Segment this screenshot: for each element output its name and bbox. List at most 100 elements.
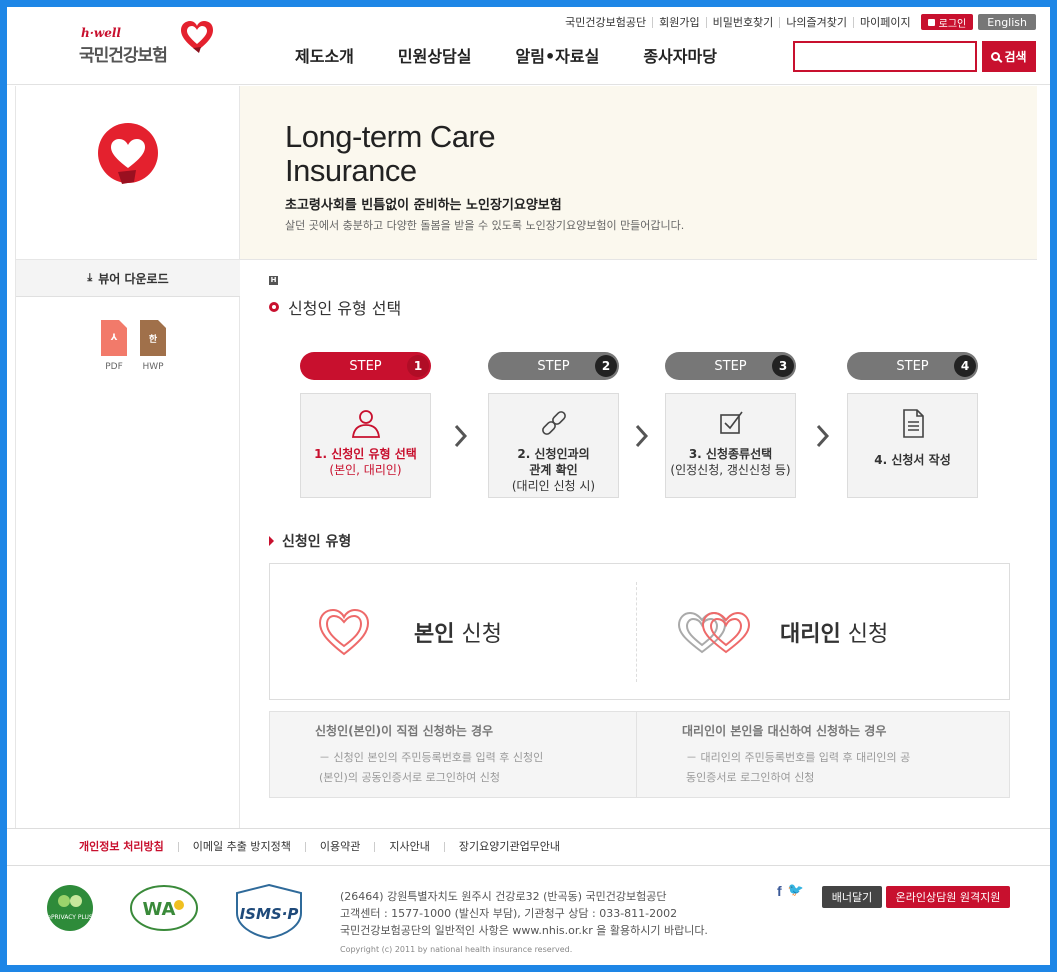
hero-banner: Long-term Care Insurance 초고령사회를 빈틈없이 준비하… — [240, 86, 1037, 260]
step-pill-2: STEP 2 — [488, 352, 619, 380]
viewer-download-label: 뷰어 다운로드 — [98, 271, 169, 286]
step-pill-label: STEP — [714, 358, 747, 374]
person-icon — [301, 406, 430, 440]
step-pill-3: STEP 3 — [665, 352, 796, 380]
banner-title-line2: Insurance — [285, 153, 417, 188]
login-button[interactable]: 로그인 — [920, 14, 974, 30]
chevron-right-icon — [816, 423, 830, 449]
download-pdf[interactable]: ⅄ PDF — [99, 320, 129, 372]
footer-link-privacy[interactable]: 개인정보 처리방침 — [77, 841, 178, 852]
step-label: 1. 신청인 유형 선택 (본인, 대리인) — [301, 446, 430, 478]
banner-button[interactable]: 배너달기 — [822, 886, 882, 908]
step-pill-1: STEP 1 — [300, 352, 431, 380]
svg-text:WA: WA — [143, 899, 176, 920]
proxy-apply-label: 대리인 신청 — [780, 621, 889, 647]
nav-item-civil[interactable]: 민원상담실 — [398, 43, 472, 67]
step-box-4: 4. 신청서 작성 — [847, 393, 978, 498]
step-label-text: 1. 신청인 유형 선택 — [314, 447, 417, 461]
step-number: 2 — [595, 355, 617, 377]
util-link-signup[interactable]: 회원가입 — [652, 16, 705, 28]
left-sidebar: ⤓ 뷰어 다운로드 ⅄ PDF 한 HWP — [15, 86, 240, 828]
step-label-text: 4. 신청서 작성 — [874, 453, 951, 467]
footer-callcenter: 고객센터 : 1577-1000 (발신자 부담), 기관청구 상담 : 033… — [340, 907, 678, 920]
main-nav: 제도소개 민원상담실 알림•자료실 종사자마당 — [295, 43, 761, 67]
section-subtitle-text: 신청인 유형 — [282, 534, 352, 550]
pdf-icon: ⅄ — [101, 320, 127, 356]
self-description: 신청인(본인)이 직접 신청하는 경우 － 신청인 본인의 주민등록번호를 입력… — [270, 712, 636, 797]
banner-subtitle: 초고령사회를 빈틈없이 준비하는 노인장기요양보험 — [285, 198, 562, 213]
step-pill-label: STEP — [896, 358, 929, 374]
step-pill-label: STEP — [349, 358, 382, 374]
footer-links: 개인정보 처리방침 이메일 추출 방지정책 이용약관 지사안내 장기요양기관업무… — [7, 828, 1050, 866]
step-number: 3 — [772, 355, 794, 377]
svg-text:ISMS·P: ISMS·P — [240, 905, 299, 923]
facebook-icon[interactable]: f — [777, 883, 782, 899]
nav-item-notice[interactable]: 알림•자료실 — [516, 43, 600, 67]
eprivacy-badge-icon: ePRIVACY PLUS — [47, 885, 93, 931]
step-label: 2. 신청인과의 관계 확인 (대리인 신청 시) — [489, 446, 618, 494]
banner-description: 살던 곳에서 충분하고 다양한 돌봄을 받을 수 있도록 노인장기요양보험이 만… — [285, 219, 685, 232]
heart-emblem-icon — [98, 123, 158, 184]
step-number: 4 — [954, 355, 976, 377]
heading-marker-icon: H — [269, 276, 278, 285]
proxy-description: 대리인이 본인을 대신하여 신청하는 경우 － 대리인의 주민등록번호를 입력 … — [636, 712, 1002, 797]
heart-outline-icon — [318, 608, 370, 655]
header: h·well 국민건강보험 국민건강보험공단 회원가입 비밀번호찾기 나의즐겨찾… — [7, 7, 1050, 85]
util-link-find-password[interactable]: 비밀번호찾기 — [705, 16, 780, 28]
heart-logo-icon — [181, 21, 213, 53]
link-icon — [489, 406, 618, 440]
logo-tagline: h·well — [81, 26, 121, 40]
utility-links: 국민건강보험공단 회원가입 비밀번호찾기 나의즐겨찾기 마이페이지 로그인 En… — [559, 13, 1036, 31]
footer-link-terms[interactable]: 이용약관 — [304, 841, 374, 852]
util-link-mypage[interactable]: 마이페이지 — [853, 16, 917, 28]
banner-title: Long-term Care Insurance — [285, 119, 496, 188]
nav-item-system[interactable]: 제도소개 — [295, 43, 354, 67]
step-label-text: 2. 신청인과의 관계 확인 — [517, 447, 590, 477]
step-label: 4. 신청서 작성 — [848, 452, 977, 468]
step-box-2: 2. 신청인과의 관계 확인 (대리인 신청 시) — [488, 393, 619, 498]
step-sub-text: (인정신청, 갱신신청 등) — [670, 463, 791, 477]
remote-support-button[interactable]: 온라인상담원 원격지원 — [886, 886, 1010, 908]
chevron-right-icon — [635, 423, 649, 449]
search-icon — [991, 52, 1001, 61]
banner-title-line1: Long-term Care — [285, 119, 496, 154]
self-description-title: 신청인(본인)이 직접 신청하는 경우 — [315, 724, 494, 738]
step-label-text: 3. 신청종류선택 — [688, 447, 773, 461]
svg-text:ePRIVACY PLUS: ePRIVACY PLUS — [47, 914, 93, 921]
hwp-icon: 한 — [140, 320, 166, 356]
step-label: 3. 신청종류선택 (인정신청, 갱신신청 등) — [666, 446, 795, 478]
nav-item-staff[interactable]: 종사자마당 — [643, 43, 717, 67]
page-title-text: 신청인 유형 선택 — [288, 299, 402, 318]
download-hwp[interactable]: 한 HWP — [138, 320, 168, 372]
footer-notice: 국민건강보험공단의 일반적인 사항은 www.nhis.or.kr 을 활용하시… — [340, 924, 708, 937]
isms-badge-icon: ISMS·P — [236, 883, 302, 939]
self-apply-label: 본인 신청 — [414, 621, 502, 647]
util-link-favorites[interactable]: 나의즐겨찾기 — [779, 16, 853, 28]
step-sub-text: (본인, 대리인) — [329, 463, 402, 477]
util-link-nhis[interactable]: 국민건강보험공단 — [559, 17, 652, 28]
proxy-description-line1: － 대리인의 주민등록번호를 입력 후 대리인의 공 — [686, 751, 911, 764]
site-logo[interactable]: h·well 국민건강보험 — [79, 15, 219, 66]
footer-link-email-policy[interactable]: 이메일 추출 방지정책 — [177, 841, 305, 852]
sns-links: f 🐦 — [777, 883, 804, 899]
lock-icon — [927, 18, 935, 26]
search-label: 검색 — [1004, 50, 1027, 64]
logo-name: 국민건강보험 — [79, 46, 168, 66]
footer-address: (26464) 강원특별자치도 원주시 건강로32 (반곡동) 국민건강보험공단… — [340, 888, 708, 958]
english-button[interactable]: English — [978, 14, 1036, 30]
self-apply-button[interactable]: 본인 신청 — [316, 564, 502, 699]
search-input[interactable] — [793, 41, 977, 72]
twitter-icon[interactable]: 🐦 — [788, 883, 804, 899]
section-subtitle: 신청인 유형 — [269, 531, 351, 551]
viewer-download-title: ⤓ 뷰어 다운로드 — [16, 260, 240, 297]
page-title: 신청인 유형 선택 — [269, 295, 401, 319]
checkbox-icon — [666, 406, 795, 440]
footer-link-institution[interactable]: 장기요양기관업무안내 — [443, 841, 574, 852]
applicant-description-box: 신청인(본인)이 직접 신청하는 경우 － 신청인 본인의 주민등록번호를 입력… — [269, 711, 1010, 798]
proxy-description-line2: 동인증서로 로그인하여 신청 — [686, 771, 815, 784]
sidebar-logo-area — [16, 86, 240, 260]
footer-link-branches[interactable]: 지사안내 — [374, 841, 443, 852]
search-button[interactable]: 검색 — [982, 41, 1036, 72]
proxy-apply-button[interactable]: 대리인 신청 — [674, 564, 888, 699]
document-icon — [848, 406, 977, 440]
